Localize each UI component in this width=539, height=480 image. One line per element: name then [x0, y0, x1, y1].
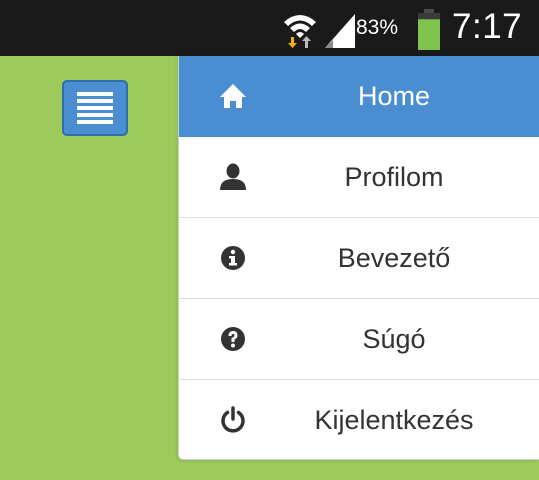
wifi-icon [284, 15, 316, 48]
power-icon [221, 406, 245, 433]
hamburger-menu-icon [77, 92, 113, 124]
info-icon [221, 246, 245, 270]
status-bar: 83% 7:17 [0, 0, 539, 56]
menu-item-home[interactable]: Home [179, 56, 539, 137]
menu-item-kijelentkezes[interactable]: Kijelentkezés [179, 380, 539, 459]
battery-percentage: 83% [356, 16, 399, 39]
help-icon [221, 327, 245, 351]
menu-item-label: Home [357, 80, 431, 111]
navigation-drawer: Home Profilom Bevezető Súgó Kijelentkezé… [178, 56, 539, 460]
battery-icon [418, 9, 440, 50]
user-icon [220, 163, 246, 190]
menu-item-label: Profilom [344, 161, 444, 192]
menu-item-label: Kijelentkezés [314, 404, 474, 435]
home-icon [220, 84, 246, 108]
menu-item-label: Bevezető [337, 242, 451, 273]
menu-toggle-button[interactable] [62, 80, 128, 136]
signal-icon [325, 14, 355, 48]
clock: 7:17 [452, 7, 523, 46]
menu-item-sugo[interactable]: Súgó [179, 299, 539, 380]
menu-item-profilom[interactable]: Profilom [179, 137, 539, 218]
menu-item-label: Súgó [362, 323, 426, 354]
menu-item-bevezeto[interactable]: Bevezető [179, 218, 539, 299]
